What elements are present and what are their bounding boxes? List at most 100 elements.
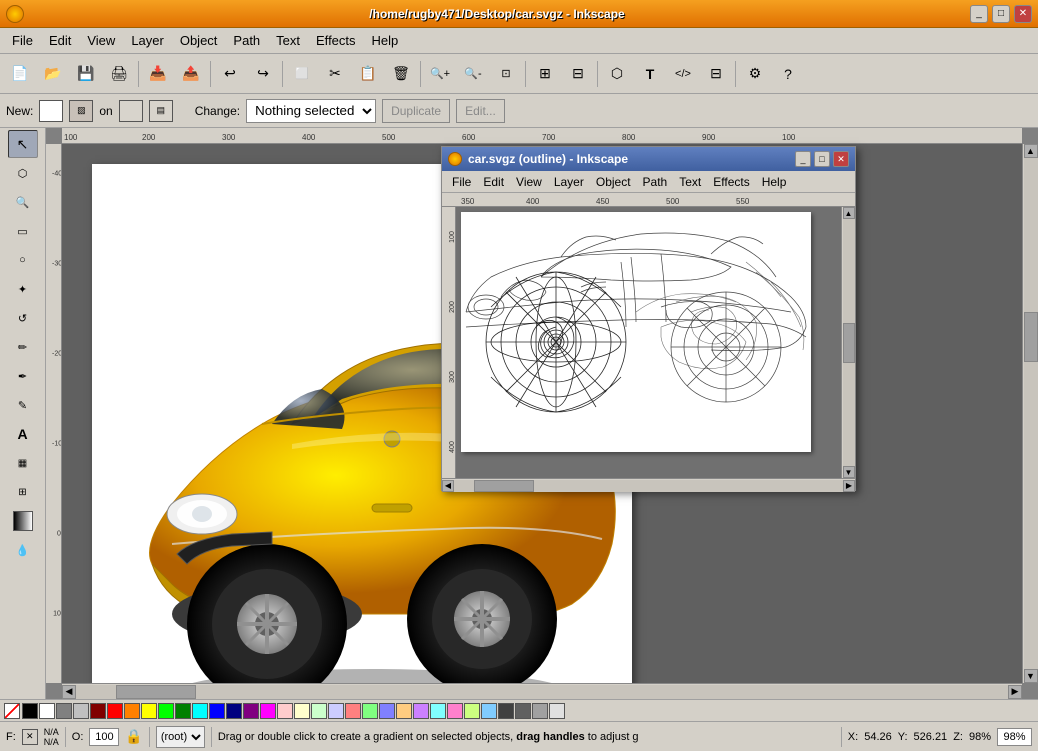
- color-swatch[interactable]: [379, 703, 395, 719]
- outline-menu-effects[interactable]: Effects: [707, 173, 755, 191]
- on-box1[interactable]: [119, 100, 143, 122]
- duplicate-button[interactable]: Duplicate: [382, 99, 450, 123]
- rect-tool[interactable]: ▭: [8, 217, 38, 245]
- prefs-button[interactable]: ⚙: [739, 58, 771, 90]
- paste-button[interactable]: 📋: [352, 58, 384, 90]
- main-scroll-up[interactable]: ▲: [1024, 144, 1038, 158]
- delete-button[interactable]: 🗑: [385, 58, 417, 90]
- color-swatch[interactable]: [260, 703, 276, 719]
- menu-effects[interactable]: Effects: [308, 31, 364, 50]
- outline-menu-help[interactable]: Help: [756, 173, 793, 191]
- outline-scroll-right[interactable]: ▶: [843, 480, 855, 492]
- menu-help[interactable]: Help: [364, 31, 407, 50]
- outline-minimize-button[interactable]: _: [795, 151, 811, 167]
- outline-hscroll-thumb[interactable]: [474, 480, 534, 492]
- xml-button[interactable]: </>: [667, 58, 699, 90]
- edit-button[interactable]: Edit...: [456, 99, 505, 123]
- new-rect-option[interactable]: [39, 100, 63, 122]
- align-button[interactable]: ⊟: [562, 58, 594, 90]
- color-swatch[interactable]: [175, 703, 191, 719]
- gradient-tool[interactable]: [8, 507, 38, 535]
- nothing-selected-dropdown[interactable]: Nothing selected: [246, 99, 376, 123]
- zoom-fit-button[interactable]: ⊡: [490, 58, 522, 90]
- menu-layer[interactable]: Layer: [123, 31, 172, 50]
- menu-object[interactable]: Object: [172, 31, 226, 50]
- new-on-option[interactable]: ▨: [69, 100, 93, 122]
- menu-text[interactable]: Text: [268, 31, 308, 50]
- fill-swatch[interactable]: ✕: [22, 729, 38, 745]
- color-swatch[interactable]: [158, 703, 174, 719]
- main-scroll-right[interactable]: ▶: [1008, 685, 1022, 699]
- zoom-in-button[interactable]: 🔍+: [424, 58, 456, 90]
- color-swatch[interactable]: [226, 703, 242, 719]
- color-swatch[interactable]: [464, 703, 480, 719]
- outline-menu-layer[interactable]: Layer: [548, 173, 590, 191]
- menu-path[interactable]: Path: [225, 31, 268, 50]
- color-swatch[interactable]: [396, 703, 412, 719]
- print-button[interactable]: 🖨: [103, 58, 135, 90]
- outline-scroll-up[interactable]: ▲: [843, 207, 855, 219]
- color-swatch[interactable]: [362, 703, 378, 719]
- minimize-button[interactable]: _: [970, 5, 988, 23]
- outline-menu-view[interactable]: View: [510, 173, 548, 191]
- outline-menu-file[interactable]: File: [446, 173, 477, 191]
- export-button[interactable]: 📤: [175, 58, 207, 90]
- text-tool[interactable]: A: [8, 420, 38, 448]
- color-swatch[interactable]: [73, 703, 89, 719]
- color-swatch[interactable]: [498, 703, 514, 719]
- outline-scrollbar-v[interactable]: ▲ ▼: [841, 207, 855, 478]
- menu-edit[interactable]: Edit: [41, 31, 79, 50]
- zoom-input[interactable]: [997, 728, 1032, 746]
- color-swatch[interactable]: [192, 703, 208, 719]
- opacity-input[interactable]: [89, 728, 119, 746]
- select-tool[interactable]: ↖: [8, 130, 38, 158]
- color-swatch[interactable]: [549, 703, 565, 719]
- color-swatch[interactable]: [124, 703, 140, 719]
- color-swatch[interactable]: [39, 703, 55, 719]
- import-button[interactable]: 📥: [142, 58, 174, 90]
- color-swatch[interactable]: [107, 703, 123, 719]
- text-tool-tb-button[interactable]: T: [634, 58, 666, 90]
- outline-canvas[interactable]: [456, 207, 841, 478]
- color-swatch[interactable]: [243, 703, 259, 719]
- redo-button[interactable]: ↪: [247, 58, 279, 90]
- save-button[interactable]: 💾: [70, 58, 102, 90]
- close-button[interactable]: ✕: [1014, 5, 1032, 23]
- symbol-tool[interactable]: ▦: [8, 449, 38, 477]
- color-swatch[interactable]: [515, 703, 531, 719]
- calligraphy-tool[interactable]: ✎: [8, 391, 38, 419]
- color-swatch[interactable]: [328, 703, 344, 719]
- star-tool[interactable]: ✦: [8, 275, 38, 303]
- color-swatch[interactable]: [141, 703, 157, 719]
- menu-file[interactable]: File: [4, 31, 41, 50]
- spiral-tool[interactable]: ↺: [8, 304, 38, 332]
- layer-button[interactable]: ⊟: [700, 58, 732, 90]
- node-editor-button[interactable]: ⬡: [601, 58, 633, 90]
- outline-menu-path[interactable]: Path: [637, 173, 674, 191]
- color-swatch[interactable]: [294, 703, 310, 719]
- main-scrollbar-h[interactable]: ◀ ▶: [62, 683, 1022, 699]
- color-swatch[interactable]: [209, 703, 225, 719]
- pattern-tool[interactable]: ⊞: [8, 478, 38, 506]
- layer-select[interactable]: (root): [156, 726, 205, 748]
- outline-menu-text[interactable]: Text: [673, 173, 707, 191]
- node-tool[interactable]: ⬡: [8, 159, 38, 187]
- undo-button[interactable]: ↩: [214, 58, 246, 90]
- color-swatch[interactable]: [447, 703, 463, 719]
- color-swatch[interactable]: [413, 703, 429, 719]
- help-tb-button[interactable]: ?: [772, 58, 804, 90]
- outline-scroll-thumb[interactable]: [843, 323, 855, 363]
- ellipse-tool[interactable]: ○: [8, 246, 38, 274]
- main-scroll-left[interactable]: ◀: [62, 685, 76, 699]
- main-scroll-thumb[interactable]: [1024, 312, 1038, 362]
- outline-scroll-down[interactable]: ▼: [843, 466, 855, 478]
- pen-tool[interactable]: ✒: [8, 362, 38, 390]
- zoom-tool[interactable]: 🔍: [8, 188, 38, 216]
- copy-button[interactable]: ⬜: [286, 58, 318, 90]
- open-button[interactable]: 📂: [37, 58, 69, 90]
- lock-icon[interactable]: 🔒: [125, 728, 142, 745]
- color-swatch[interactable]: [277, 703, 293, 719]
- outline-close-button[interactable]: ✕: [833, 151, 849, 167]
- color-swatch[interactable]: [430, 703, 446, 719]
- outline-maximize-button[interactable]: □: [814, 151, 830, 167]
